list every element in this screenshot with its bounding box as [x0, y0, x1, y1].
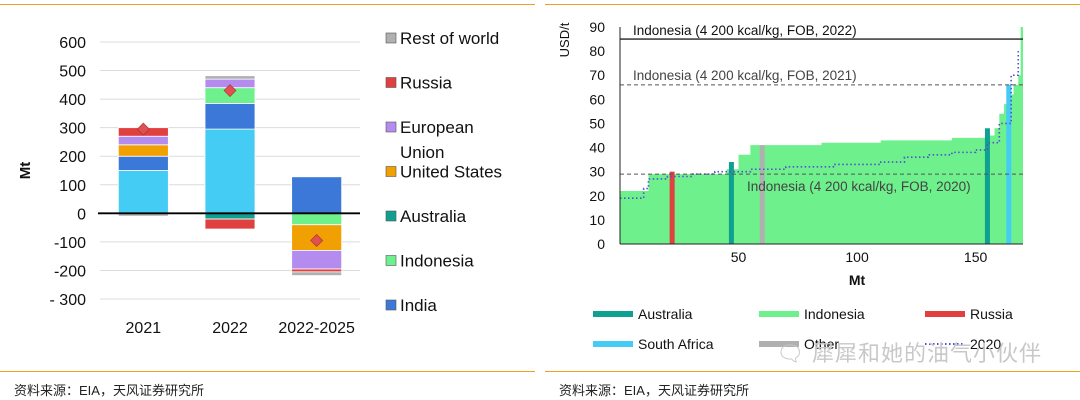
y-axis-label: USD/t	[557, 22, 572, 57]
legend-label: United States	[400, 163, 502, 182]
legend-label: Rest of world	[400, 29, 499, 48]
y-tick-label: 40	[589, 140, 605, 156]
bar-segment	[117, 155, 169, 171]
legend-swatch	[385, 166, 397, 177]
bar-segment	[117, 144, 169, 157]
bar-segment	[117, 170, 169, 214]
y-tick-label: 10	[589, 212, 605, 228]
y-tick-label: 300	[59, 121, 86, 138]
reference-line-label: Indonesia (4 200 kcal/kg, FOB, 2021)	[633, 68, 857, 83]
source-note: 资料来源：EIA，天风证券研究所	[559, 383, 749, 398]
supplier-bar	[759, 145, 765, 244]
legend-label: Indonesia	[804, 306, 865, 322]
y-tick-label: 400	[59, 92, 86, 109]
y-tick-label: 20	[589, 188, 605, 204]
right-chart-panel: USD/t 0 10 20 30 40 50 60 70 80 90 Indonesia (4 200…	[545, 0, 1080, 400]
x-tick-label: 2021	[126, 320, 162, 337]
y-tick-label: 200	[59, 149, 86, 166]
bottom-rule	[0, 371, 535, 372]
reference-line-label: Indonesia (4 200 kcal/kg, FOB, 2020)	[747, 179, 971, 194]
y-tick-label: 50	[589, 115, 605, 131]
legend-swatch	[925, 311, 965, 317]
watermark: 🗨 犀犀和她的油气小伙伴	[775, 341, 1042, 366]
y-tick-label: 30	[589, 164, 605, 180]
bar-segment	[291, 268, 343, 273]
legend-label: South Africa	[638, 336, 714, 352]
x-tick-label: 100	[845, 249, 869, 265]
reference-line-label: Indonesia (4 200 kcal/kg, FOB, 2022)	[633, 23, 857, 38]
y-tick-label: 80	[589, 43, 605, 59]
x-tick-label: 2022-2025	[278, 320, 355, 337]
y-tick-label: 0	[77, 206, 86, 223]
y-tick-label: 90	[589, 19, 605, 35]
legend-swatch	[593, 341, 633, 347]
legend-swatch	[759, 311, 799, 317]
y-tick-label: -100	[54, 235, 86, 252]
y-tick-label: -200	[54, 263, 86, 280]
legend-label: Russia	[400, 74, 453, 93]
bar-segment	[204, 102, 256, 130]
legend-label: India	[400, 296, 437, 315]
bottom-rule	[545, 371, 1080, 372]
y-tick-label: 60	[589, 91, 605, 107]
x-tick-label: 50	[731, 249, 747, 265]
y-tick-label: 600	[59, 35, 86, 52]
legend-label: European	[400, 118, 474, 137]
legend-label: Australia	[638, 306, 693, 322]
y-tick-label: 0	[597, 236, 605, 252]
left-stacked-bar-chart: Mt - 300 -200 -100 0 100 200 300 400 500 600 2021 20…	[17, 29, 502, 337]
legend-swatch	[593, 311, 633, 317]
bar-segment	[204, 128, 256, 214]
y-tick-label: 100	[59, 178, 86, 195]
legend-swatch	[385, 255, 397, 266]
y-tick-label: 500	[59, 64, 86, 81]
bar-segment	[291, 271, 343, 276]
bar-segment	[204, 75, 256, 80]
source-note: 资料来源：EIA，天风证券研究所	[14, 383, 204, 398]
bar-segment	[291, 212, 343, 226]
bar-segment	[291, 250, 343, 270]
left-chart-panel: Mt - 300 -200 -100 0 100 200 300 400 500 600 2021 20…	[0, 0, 535, 400]
y-axis-label: Mt	[17, 162, 34, 180]
legend-label: Indonesia	[400, 252, 474, 271]
legend-swatch	[385, 210, 397, 222]
bar-segment	[204, 218, 256, 230]
x-tick-label: 2022	[212, 320, 248, 337]
legend-label: Australia	[400, 207, 467, 226]
legend-label: Russia	[970, 306, 1013, 322]
legend-label: Union	[400, 143, 444, 162]
bar-segment	[291, 176, 343, 214]
x-axis-label: Mt	[849, 272, 866, 288]
legend-swatch	[385, 121, 397, 133]
legend-swatch	[385, 299, 397, 311]
y-tick-label: - 300	[50, 292, 87, 309]
y-tick-label: 70	[589, 67, 605, 83]
supply-area	[620, 27, 1023, 244]
x-tick-label: 150	[964, 249, 988, 265]
legend-swatch	[385, 32, 397, 44]
bar-segment	[117, 135, 169, 146]
supplier-bar	[669, 171, 675, 244]
legend-swatch	[385, 77, 397, 88]
